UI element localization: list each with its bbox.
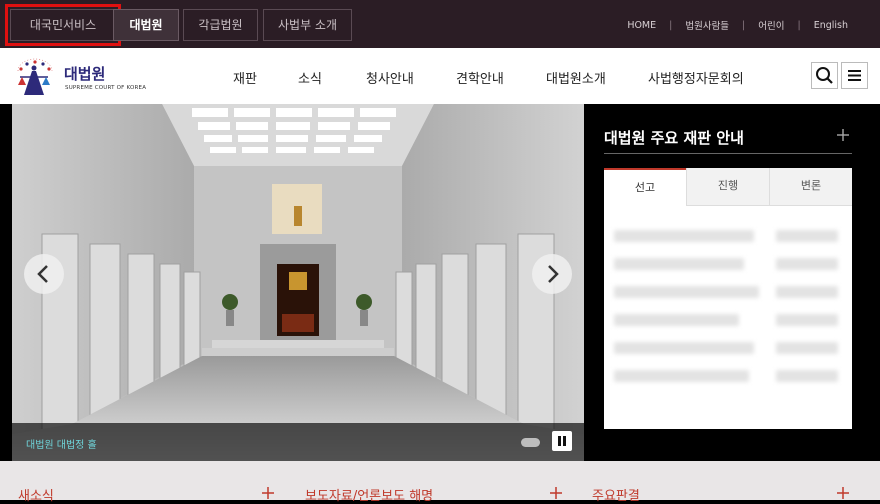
- list-item: [614, 286, 759, 298]
- tab-progress[interactable]: 진행: [686, 168, 769, 206]
- link-kids[interactable]: 어린이: [758, 18, 784, 32]
- press-more-plus-icon[interactable]: [550, 487, 562, 499]
- chevron-right-icon: [548, 265, 559, 283]
- tab-argument[interactable]: 변론: [769, 168, 852, 206]
- trial-info-panel: 선고 진행 변론: [604, 168, 852, 429]
- panel-more-plus-icon[interactable]: [836, 128, 850, 142]
- panel-title: 대법원 주요 재판 안내: [604, 129, 744, 147]
- tab-citizen-services[interactable]: 대국민서비스: [5, 4, 121, 46]
- chevron-left-icon: [37, 265, 48, 283]
- nav-building-guide[interactable]: 청사안내: [366, 68, 414, 87]
- court-emblem-icon: [17, 58, 53, 95]
- search-button[interactable]: [811, 62, 838, 89]
- list-item: [614, 230, 754, 242]
- section-title-rulings[interactable]: 주요판결: [592, 485, 640, 504]
- nav-judicial-council[interactable]: 사법행정자문회의: [648, 68, 744, 87]
- link-home[interactable]: HOME: [627, 20, 656, 31]
- list-item: [776, 314, 838, 326]
- list-item: [776, 370, 838, 382]
- list-item: [776, 342, 838, 354]
- nav-trial[interactable]: 재판: [233, 68, 257, 87]
- divider: |: [669, 19, 673, 31]
- logo-subtitle: SUPREME COURT OF KOREA: [65, 85, 147, 91]
- list-item: [614, 258, 744, 270]
- link-english[interactable]: English: [814, 20, 848, 31]
- slide-caption-bar: 대법원 대법정 홀: [12, 423, 584, 461]
- utility-links: HOME | 법원사람들 | 어린이 | English: [627, 18, 848, 33]
- hero-slider: 대법원 대법정 홀: [12, 104, 584, 461]
- slide-indicator-toggle[interactable]: [521, 438, 540, 447]
- main-header: 대법원 SUPREME COURT OF KOREA 재판 소식 청사안내 견학…: [0, 48, 880, 104]
- list-item: [776, 230, 838, 242]
- list-item: [614, 314, 739, 326]
- link-court-people[interactable]: 법원사람들: [685, 18, 729, 32]
- nav-court-intro[interactable]: 대법원소개: [546, 68, 606, 87]
- bottom-sections: 새소식 보도자료/언론보도 해명 주요판결: [0, 461, 880, 504]
- section-title-news[interactable]: 새소식: [18, 485, 54, 504]
- divider: |: [797, 19, 801, 31]
- site-logo[interactable]: 대법원 SUPREME COURT OF KOREA: [12, 55, 162, 97]
- section-title-press[interactable]: 보도자료/언론보도 해명: [305, 485, 433, 504]
- logo-title: 대법원: [64, 65, 106, 83]
- list-item: [776, 286, 838, 298]
- tab-supreme-court[interactable]: 대법원: [113, 9, 179, 41]
- panel-divider: [604, 153, 852, 154]
- top-bar: 대국민서비스 대법원 각급법원 사법부 소개 HOME | 법원사람들 | 어린…: [0, 0, 880, 48]
- tab-verdict[interactable]: 선고: [604, 168, 686, 206]
- list-item: [614, 342, 754, 354]
- news-more-plus-icon[interactable]: [262, 487, 274, 499]
- list-item: [776, 258, 838, 270]
- tab-lower-courts[interactable]: 각급법원: [183, 9, 258, 41]
- divider: |: [742, 19, 746, 31]
- nav-tour-guide[interactable]: 견학안내: [456, 68, 504, 87]
- rulings-more-plus-icon[interactable]: [837, 487, 849, 499]
- list-item: [614, 370, 749, 382]
- menu-button[interactable]: [841, 62, 868, 89]
- grand-hall-image: [12, 104, 584, 461]
- menu-icon: [848, 70, 861, 81]
- prev-slide-button[interactable]: [24, 254, 64, 294]
- next-slide-button[interactable]: [532, 254, 572, 294]
- nav-news[interactable]: 소식: [298, 68, 322, 87]
- search-icon: [816, 67, 833, 84]
- slide-caption: 대법원 대법정 홀: [26, 440, 97, 451]
- tab-judiciary-intro[interactable]: 사법부 소개: [263, 9, 352, 41]
- pause-button[interactable]: [552, 431, 572, 451]
